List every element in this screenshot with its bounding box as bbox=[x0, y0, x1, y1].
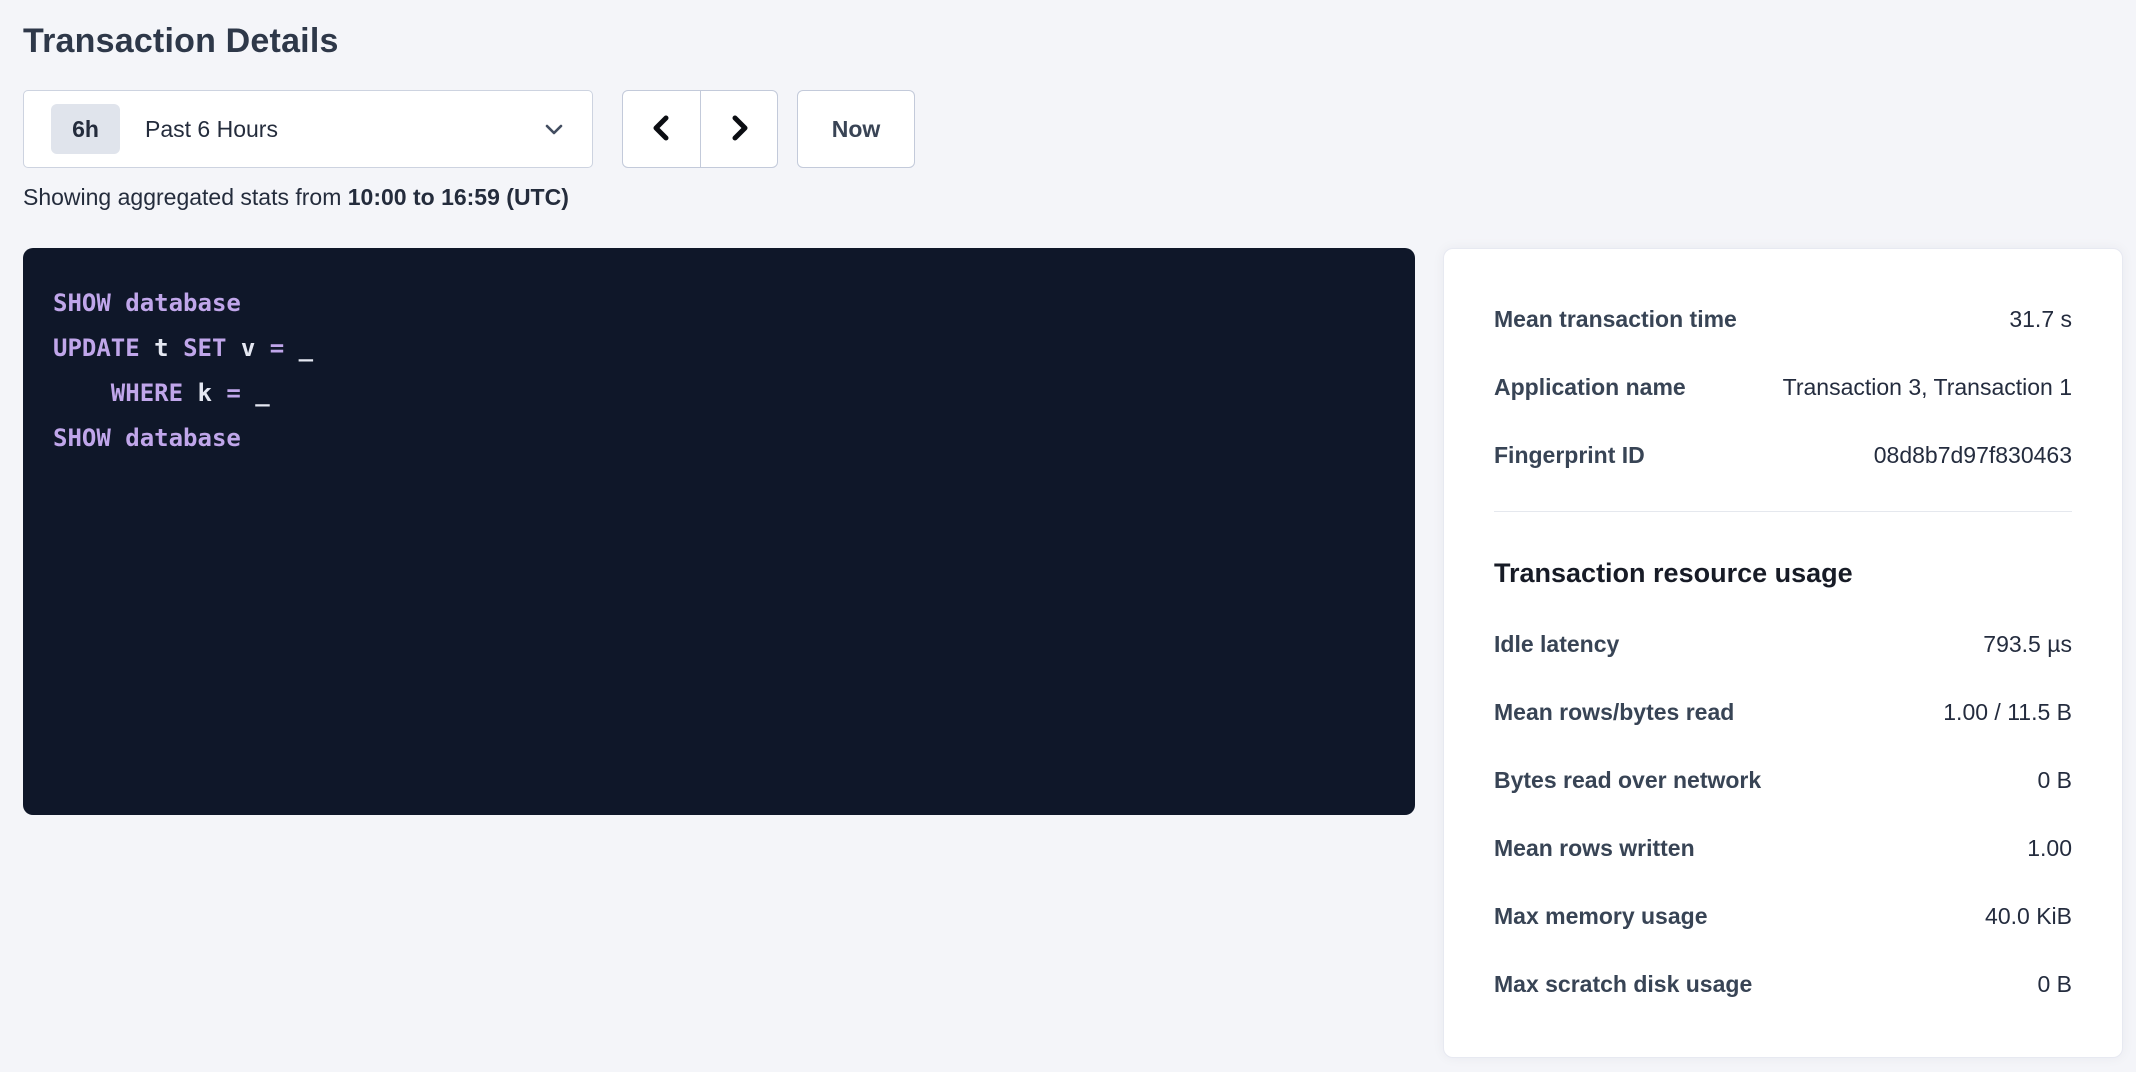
sql-token: UPDATE bbox=[53, 334, 140, 362]
summary-value: 0 B bbox=[2037, 768, 2072, 792]
transaction-summary-card: Mean transaction time 31.7 s Application n… bbox=[1443, 248, 2123, 1058]
sql-token: _ bbox=[241, 379, 270, 407]
summary-row: Bytes read over network 0 B bbox=[1494, 768, 2072, 792]
summary-value: Transaction 3, Transaction 1 bbox=[1783, 375, 2072, 399]
transaction-details-page: Transaction Details 6h Past 6 Hours bbox=[0, 0, 2136, 1058]
time-controls: 6h Past 6 Hours bbox=[23, 90, 2136, 168]
summary-row: Mean transaction time 31.7 s bbox=[1494, 307, 2072, 331]
time-range-picker[interactable]: 6h Past 6 Hours bbox=[23, 90, 593, 168]
time-step-buttons bbox=[622, 90, 778, 168]
sql-line: WHERE k = _ bbox=[53, 371, 1385, 416]
main-content: SHOW databaseUPDATE t SET v = _ WHERE k … bbox=[23, 248, 2136, 1058]
general-stats-rows: Mean transaction time 31.7 s Application n… bbox=[1494, 307, 2072, 467]
sql-token: v bbox=[226, 334, 269, 362]
sql-line: SHOW database bbox=[53, 281, 1385, 326]
summary-value: 31.7 s bbox=[2009, 307, 2072, 331]
summary-row: Max scratch disk usage 0 B bbox=[1494, 972, 2072, 996]
summary-row: Fingerprint ID 08d8b7d97f830463 bbox=[1494, 443, 2072, 467]
summary-label: Max memory usage bbox=[1494, 904, 1727, 928]
now-button[interactable]: Now bbox=[797, 90, 915, 168]
aggregated-stats-caption: Showing aggregated stats from 10:00 to 1… bbox=[23, 184, 2136, 210]
summary-row: Mean rows written 1.00 bbox=[1494, 836, 2072, 860]
card-divider bbox=[1494, 511, 2072, 512]
sql-token bbox=[111, 289, 125, 317]
summary-value: 1.00 / 11.5 B bbox=[1943, 700, 2072, 724]
resource-usage-heading: Transaction resource usage bbox=[1494, 558, 2072, 588]
summary-label: Fingerprint ID bbox=[1494, 443, 1665, 467]
sql-token: t bbox=[140, 334, 183, 362]
prev-interval-button[interactable] bbox=[623, 91, 700, 167]
sql-statement-box: SHOW databaseUPDATE t SET v = _ WHERE k … bbox=[23, 248, 1415, 815]
sql-token: SET bbox=[183, 334, 226, 362]
sql-line: UPDATE t SET v = _ bbox=[53, 326, 1385, 371]
page-title: Transaction Details bbox=[23, 20, 2136, 62]
sql-token: _ bbox=[284, 334, 313, 362]
summary-row: Max memory usage 40.0 KiB bbox=[1494, 904, 2072, 928]
summary-label: Max scratch disk usage bbox=[1494, 972, 1772, 996]
resource-stats-rows: Idle latency 793.5 µs Mean rows/bytes read… bbox=[1494, 632, 2072, 996]
summary-label: Mean transaction time bbox=[1494, 307, 1757, 331]
sql-token: k bbox=[183, 379, 226, 407]
summary-row: Mean rows/bytes read 1.00 / 11.5 B bbox=[1494, 700, 2072, 724]
summary-row: Idle latency 793.5 µs bbox=[1494, 632, 2072, 656]
summary-label: Idle latency bbox=[1494, 632, 1639, 656]
chevron-left-icon bbox=[647, 111, 677, 148]
sql-token: SHOW bbox=[53, 424, 111, 452]
sql-line: SHOW database bbox=[53, 416, 1385, 461]
sql-token: database bbox=[125, 289, 241, 317]
summary-label: Mean rows/bytes read bbox=[1494, 700, 1754, 724]
sql-token: = bbox=[226, 379, 240, 407]
chevron-down-icon bbox=[542, 117, 566, 141]
time-range-badge: 6h bbox=[51, 104, 120, 154]
next-interval-button[interactable] bbox=[700, 91, 777, 167]
chevron-right-icon bbox=[724, 111, 754, 148]
sql-token: database bbox=[125, 424, 241, 452]
sql-code: SHOW databaseUPDATE t SET v = _ WHERE k … bbox=[53, 281, 1385, 461]
sql-token bbox=[111, 424, 125, 452]
sql-token bbox=[53, 379, 111, 407]
sql-token: = bbox=[270, 334, 284, 362]
summary-value: 0 B bbox=[2037, 972, 2072, 996]
caption-prefix: Showing aggregated stats from bbox=[23, 184, 348, 210]
summary-label: Mean rows written bbox=[1494, 836, 1715, 860]
summary-label: Bytes read over network bbox=[1494, 768, 1781, 792]
summary-value: 1.00 bbox=[2027, 836, 2072, 860]
time-range-label: Past 6 Hours bbox=[145, 116, 542, 143]
caption-time-range: 10:00 to 16:59 (UTC) bbox=[348, 184, 569, 210]
sql-token: SHOW bbox=[53, 289, 111, 317]
summary-value: 793.5 µs bbox=[1983, 632, 2072, 656]
summary-label: Application name bbox=[1494, 375, 1706, 399]
sql-token: WHERE bbox=[111, 379, 183, 407]
summary-value: 40.0 KiB bbox=[1985, 904, 2072, 928]
summary-row: Application name Transaction 3, Transacti… bbox=[1494, 375, 2072, 399]
summary-value: 08d8b7d97f830463 bbox=[1874, 443, 2072, 467]
